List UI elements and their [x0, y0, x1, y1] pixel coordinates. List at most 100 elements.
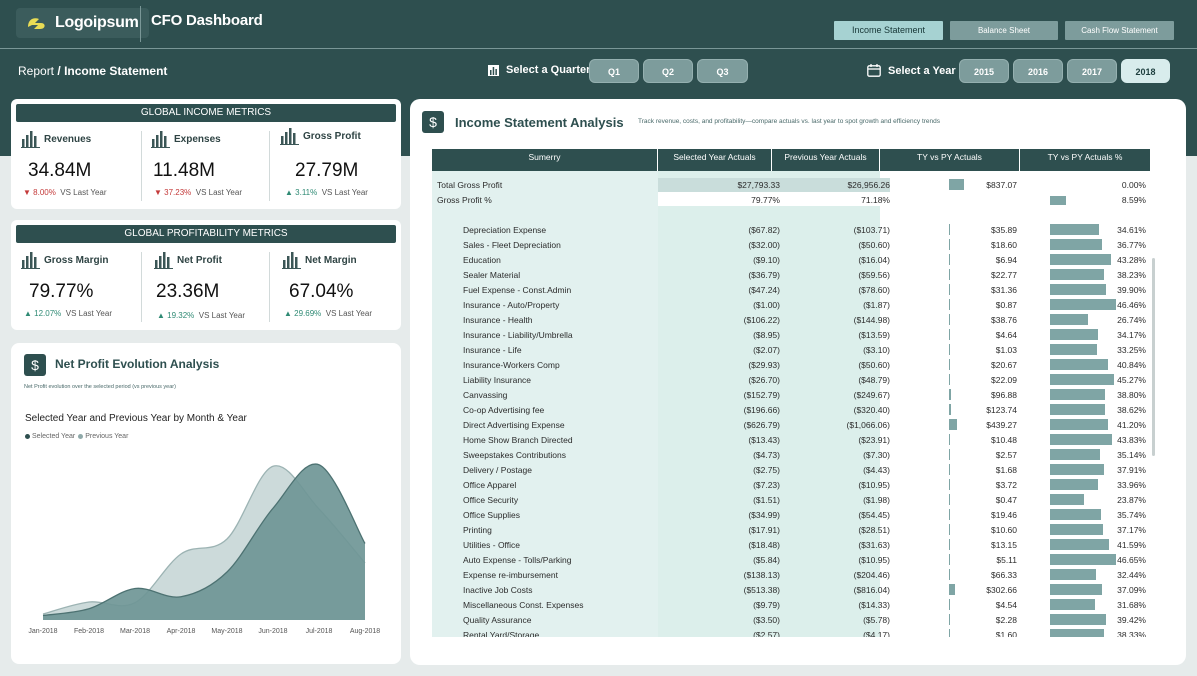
quarter-q3-button[interactable]: Q3: [697, 59, 748, 83]
row-ty-vs-py: $20.67: [991, 360, 1017, 370]
logo-icon: [28, 18, 45, 29]
table-row[interactable]: Expense re-imbursement ($138.13) ($204.46)…: [432, 567, 1150, 582]
table-row[interactable]: Auto Expense - Tolls/Parking ($5.84) ($10.…: [432, 552, 1150, 567]
table-row[interactable]: Printing ($17.91) ($28.51) $10.60 37.17%: [432, 522, 1150, 537]
income-statement-table[interactable]: Sumerry Selected Year Actuals Previous Y…: [432, 149, 1150, 637]
row-selected-year: ($1.00): [753, 300, 780, 310]
table-row[interactable]: Sweepstakes Contributions ($4.73) ($7.30) $…: [432, 447, 1150, 462]
table-row[interactable]: Inactive Job Costs ($513.38) ($816.04) $302…: [432, 582, 1150, 597]
year-2017-button[interactable]: 2017: [1067, 59, 1117, 83]
table-row[interactable]: Delivery / Postage ($2.75) ($4.43) $1.68 37.…: [432, 462, 1150, 477]
row-label: Total Gross Profit: [437, 180, 503, 190]
tab-balance-sheet[interactable]: Balance Sheet: [950, 21, 1058, 40]
row-label: Education: [463, 255, 501, 265]
table-scrollbar[interactable]: [1152, 258, 1155, 456]
diff-bar: [949, 539, 950, 550]
diff-bar: [949, 434, 950, 445]
row-label: Delivery / Postage: [463, 465, 532, 475]
diff-bar: [949, 554, 950, 565]
year-2018-button[interactable]: 2018: [1121, 59, 1170, 83]
bar-chart-icon: [280, 128, 299, 145]
year-2015-button[interactable]: 2015: [959, 59, 1009, 83]
legend-previous-year[interactable]: Previous Year: [85, 433, 128, 440]
table-row[interactable]: Fuel Expense - Const.Admin ($47.24) ($78.6…: [432, 282, 1150, 297]
table-row[interactable]: Rental Yard/Storage ($2.57) ($4.17) $1.60 38…: [432, 627, 1150, 637]
row-selected-year: ($1.51): [753, 495, 780, 505]
breadcrumb-separator: /: [57, 64, 61, 78]
pct-bar: [1050, 494, 1084, 505]
column-header-ty-vs-py[interactable]: TY vs PY Actuals: [880, 149, 1020, 171]
gross-margin-label: Gross Margin: [21, 251, 108, 269]
table-row[interactable]: Insurance - Liability/Umbrella ($8.95) ($1…: [432, 327, 1150, 342]
row-previous-year: ($78.60): [858, 285, 890, 295]
table-row[interactable]: Office Security ($1.51) ($1.98) $0.47 23.87%: [432, 492, 1150, 507]
tab-cash-flow-statement[interactable]: Cash Flow Statement: [1065, 21, 1174, 40]
row-selected-year: ($138.13): [743, 570, 780, 580]
row-previous-year: ($103.71): [853, 225, 890, 235]
table-row[interactable]: Co-op Advertising fee ($196.66) ($320.40) $…: [432, 402, 1150, 417]
breadcrumb-root[interactable]: Report: [18, 64, 54, 78]
pct-bar: [1050, 554, 1116, 565]
row-ty-vs-py-pct: 39.42%: [1117, 615, 1146, 625]
table-row[interactable]: Sales - Fleet Depreciation ($32.00) ($50.6…: [432, 237, 1150, 252]
row-selected-year: ($2.75): [753, 465, 780, 475]
row-previous-year: ($59.56): [858, 270, 890, 280]
table-row[interactable]: Home Show Branch Directed ($13.43) ($23.91…: [432, 432, 1150, 447]
net-profit-title: Net Profit Evolution Analysis: [55, 357, 220, 371]
row-label: Office Supplies: [463, 510, 521, 520]
column-header-selected-year[interactable]: Selected Year Actuals: [658, 149, 772, 171]
summary-row[interactable]: Total Gross Profit $27,793.33 $26,956.26 $8…: [432, 177, 1150, 192]
table-row[interactable]: Liability Insurance ($26.70) ($48.79) $22.0…: [432, 372, 1150, 387]
year-2016-button[interactable]: 2016: [1013, 59, 1063, 83]
table-row[interactable]: Sealer Material ($36.79) ($59.56) $22.77 38.…: [432, 267, 1150, 282]
row-selected-year: ($29.93): [748, 360, 780, 370]
legend-selected-year[interactable]: Selected Year: [32, 433, 75, 440]
net-margin-value: 67.04%: [289, 281, 354, 302]
row-label: Sealer Material: [463, 270, 521, 280]
row-label: Rental Yard/Storage: [463, 630, 540, 637]
row-ty-vs-py-pct: 26.74%: [1117, 315, 1146, 325]
diff-bar: [949, 179, 964, 190]
pct-bar: [1050, 509, 1101, 520]
row-label: Expense re-imbursement: [463, 570, 558, 580]
row-previous-year: ($23.91): [858, 435, 890, 445]
table-row[interactable]: Insurance - Auto/Property ($1.00) ($1.87) $…: [432, 297, 1150, 312]
row-previous-year: ($320.40): [853, 405, 890, 415]
table-row[interactable]: Insurance - Health ($106.22) ($144.98) $38.…: [432, 312, 1150, 327]
diff-bar: [949, 614, 950, 625]
table-row[interactable]: Insurance - Life ($2.07) ($3.10) $1.03 33.25…: [432, 342, 1150, 357]
table-row[interactable]: Miscellaneous Const. Expenses ($9.79) ($14…: [432, 597, 1150, 612]
row-ty-vs-py-pct: 37.17%: [1117, 525, 1146, 535]
table-row[interactable]: Insurance-Workers Comp ($29.93) ($50.60) $2…: [432, 357, 1150, 372]
row-label: Office Apparel: [463, 480, 517, 490]
table-row[interactable]: Office Apparel ($7.23) ($10.95) $3.72 33.96%: [432, 477, 1150, 492]
quarter-q2-button[interactable]: Q2: [643, 59, 693, 83]
row-label: Liability Insurance: [463, 375, 532, 385]
table-row[interactable]: Office Supplies ($34.99) ($54.45) $19.46 35.…: [432, 507, 1150, 522]
table-row[interactable]: Quality Assurance ($3.50) ($5.78) $2.28 39.4…: [432, 612, 1150, 627]
table-row[interactable]: Education ($9.10) ($16.04) $6.94 43.28%: [432, 252, 1150, 267]
diff-bar: [949, 314, 950, 325]
pct-bar: [1050, 599, 1095, 610]
quarter-q1-button[interactable]: Q1: [589, 59, 639, 83]
table-row[interactable]: Utilities - Office ($18.48) ($31.63) $13.15…: [432, 537, 1150, 552]
row-ty-vs-py-pct: 36.77%: [1117, 240, 1146, 250]
table-row[interactable]: Canvassing ($152.79) ($249.67) $96.88 38.80%: [432, 387, 1150, 402]
column-header-ty-vs-py-pct[interactable]: TY vs PY Actuals %: [1020, 149, 1150, 171]
row-ty-vs-py: $4.54: [995, 600, 1017, 610]
pct-bar: [1050, 314, 1088, 325]
tab-income-statement[interactable]: Income Statement: [834, 21, 943, 40]
quarter-filter-label: Select a Quarter: [488, 64, 590, 76]
row-selected-year: ($2.07): [753, 345, 780, 355]
table-row[interactable]: Depreciation Expense ($67.82) ($103.71) $35…: [432, 222, 1150, 237]
dollar-icon: $: [422, 111, 444, 133]
diff-bar: [949, 284, 950, 295]
pct-bar: [1050, 299, 1116, 310]
column-header-summary[interactable]: Sumerry: [432, 149, 658, 171]
net-profit-metric: Net Profit 23.36M ▲ 19.32% VS Last Year: [154, 248, 245, 320]
income-metrics-header: GLOBAL INCOME METRICS: [16, 104, 396, 122]
column-header-previous-year[interactable]: Previous Year Actuals: [772, 149, 880, 171]
table-row[interactable]: Direct Advertising Expense ($626.79) ($1,0…: [432, 417, 1150, 432]
diff-bar: [949, 374, 950, 385]
summary-row[interactable]: Gross Profit % 79.77% 71.18% 8.59%: [432, 192, 1150, 207]
